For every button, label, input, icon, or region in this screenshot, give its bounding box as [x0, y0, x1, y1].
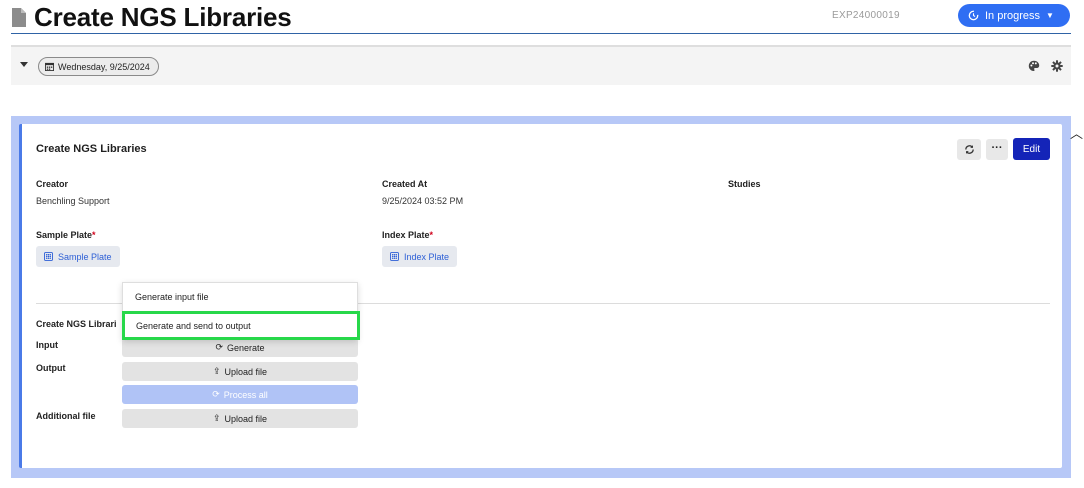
refresh-icon: ⟳	[215, 342, 223, 352]
collapse-caret-icon[interactable]	[20, 62, 28, 67]
date-label: Wednesday, 9/25/2024	[58, 61, 150, 72]
generate-button[interactable]: ⟳ Generate	[122, 338, 358, 357]
index-plate-link[interactable]: Index Plate	[382, 246, 458, 267]
generate-dropdown-menu: Generate input file Generate and send to…	[122, 282, 360, 340]
upload-icon: ⇪	[212, 413, 221, 423]
calendar-icon	[45, 62, 54, 71]
index-plate-label-text: Index Plate	[382, 230, 430, 240]
created-at-value: 9/25/2024 03:52 PM	[382, 196, 464, 206]
index-plate-value: Index Plate	[404, 251, 450, 262]
output-label: Output	[36, 363, 66, 373]
upload-output-button[interactable]: ⇪ Upload file	[122, 362, 358, 381]
refresh-icon	[964, 145, 974, 154]
upload-additional-label: Upload file	[224, 413, 268, 424]
sample-plate-label: Sample Plate*	[36, 230, 96, 240]
index-plate-label: Index Plate*	[382, 230, 433, 240]
refresh-icon: ⟳	[212, 389, 220, 399]
additional-file-label: Additional file	[36, 411, 96, 421]
refresh-button[interactable]	[957, 139, 981, 160]
created-at-label: Created At	[382, 179, 428, 189]
creator-label: Creator	[36, 179, 69, 189]
progress-clock-icon	[968, 10, 979, 21]
page-title: Create NGS Libraries	[34, 2, 292, 32]
document-icon	[12, 8, 26, 27]
upload-icon: ⇪	[212, 366, 221, 376]
studies-label: Studies	[728, 179, 761, 189]
chevron-down-icon: ▼	[1046, 11, 1054, 20]
menu-item-generate-input-file[interactable]: Generate input file	[123, 283, 359, 311]
creator-value: Benchling Support	[36, 196, 110, 206]
sample-plate-link[interactable]: Sample Plate	[36, 246, 120, 267]
status-label: In progress	[985, 9, 1041, 22]
title-underline	[11, 33, 1071, 34]
process-all-button[interactable]: ⟳ Process all	[122, 385, 358, 404]
generate-label: Generate	[227, 342, 265, 353]
sample-plate-value: Sample Plate	[58, 251, 112, 262]
gear-icon[interactable]	[1051, 60, 1063, 72]
input-label: Input	[36, 340, 58, 350]
sample-plate-label-text: Sample Plate	[36, 230, 93, 240]
entry-toolbar	[11, 45, 1071, 85]
plate-icon	[44, 252, 53, 261]
edit-button[interactable]: Edit	[1013, 138, 1050, 160]
integration-section-label: Create NGS Librari	[36, 319, 117, 329]
upload-output-label: Upload file	[224, 366, 268, 377]
experiment-id: EXP24000019	[832, 10, 900, 21]
palette-icon[interactable]	[1028, 60, 1040, 72]
plate-icon	[390, 252, 399, 261]
required-asterisk: *	[92, 230, 96, 240]
menu-item-generate-and-send-to-output[interactable]: Generate and send to output	[122, 311, 360, 340]
chevron-up-icon[interactable]: ︿	[1070, 123, 1083, 142]
process-all-label: Process all	[223, 389, 268, 400]
required-asterisk: *	[429, 230, 434, 240]
date-chip[interactable]: Wednesday, 9/25/2024	[38, 57, 159, 76]
status-dropdown-button[interactable]: In progress ▼	[958, 4, 1070, 27]
card-title: Create NGS Libraries	[36, 143, 147, 155]
more-options-button[interactable]: ···	[986, 139, 1008, 160]
upload-additional-file-button[interactable]: ⇪ Upload file	[122, 409, 358, 428]
